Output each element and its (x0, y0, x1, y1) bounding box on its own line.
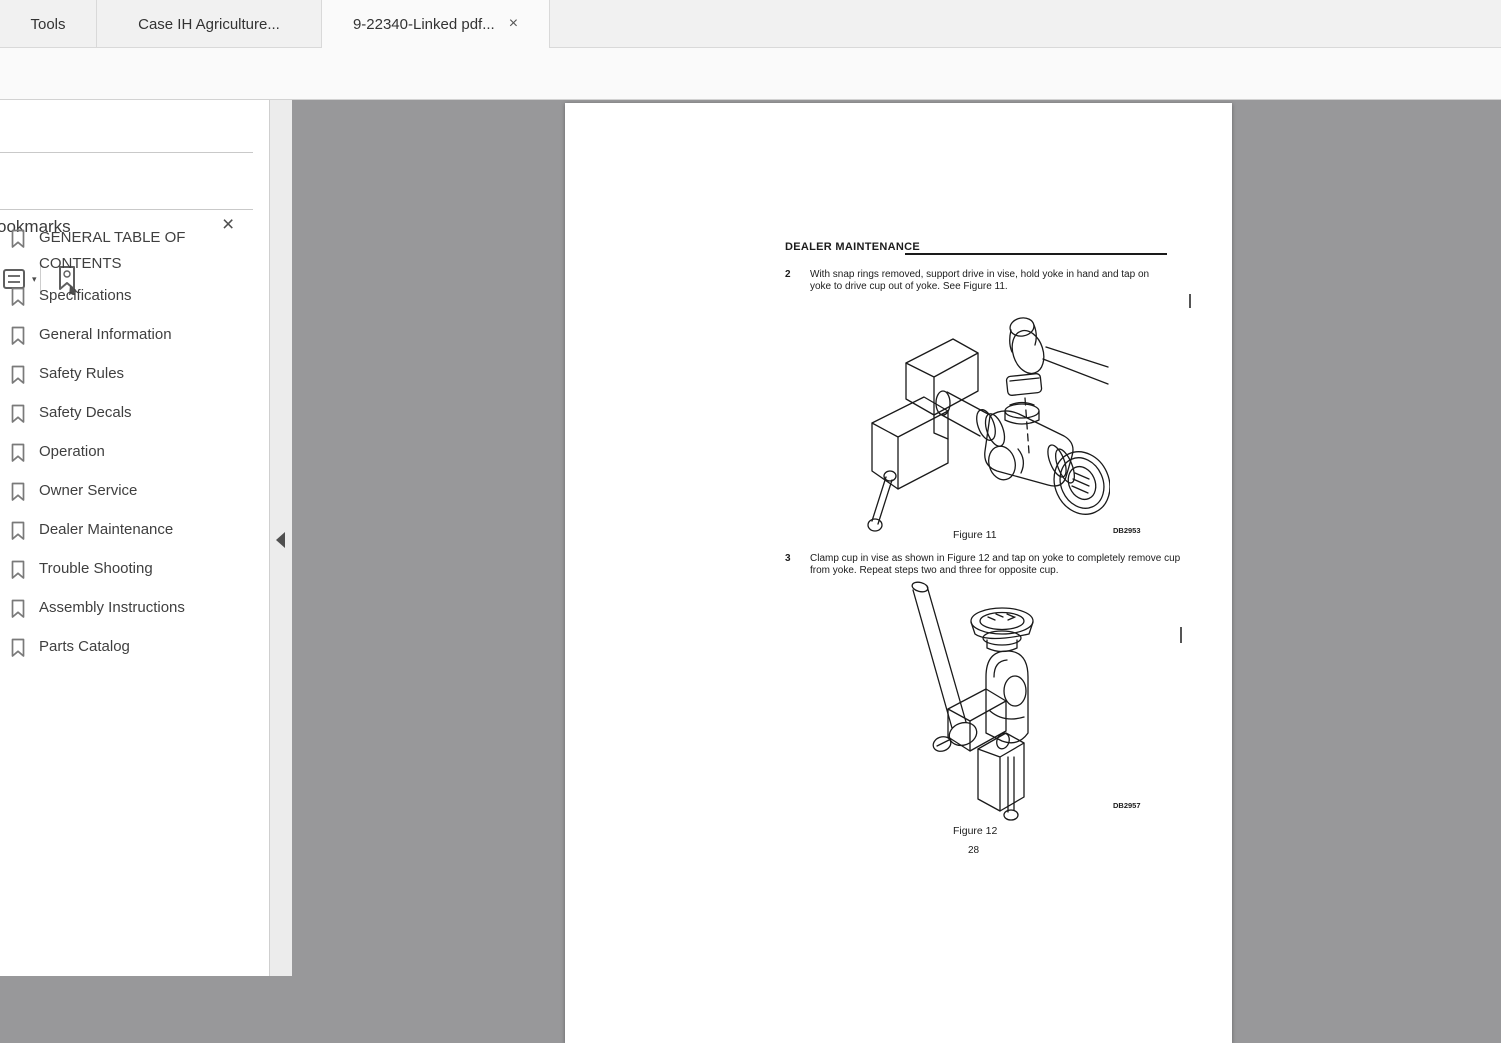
bookmark-item-safety-rules[interactable]: Safety Rules (10, 361, 240, 387)
step-text: Clamp cup in vise as shown in Figure 12 … (810, 553, 1182, 577)
bookmark-item-label: GENERAL TABLE OF CONTENTS (39, 225, 217, 277)
bookmark-item-label: General Information (39, 322, 217, 348)
tab-doc-case-ih-label: Case IH Agriculture... (138, 16, 280, 33)
bookmark-icon (10, 521, 26, 541)
bookmark-item-owner-service[interactable]: Owner Service (10, 478, 240, 504)
bookmark-item-label: Safety Decals (39, 400, 217, 426)
bookmark-item-assembly-instructions[interactable]: Assembly Instructions (10, 595, 240, 621)
bookmark-item-label: Trouble Shooting (39, 556, 217, 582)
bookmarks-list: GENERAL TABLE OF CONTENTS Specifications… (10, 225, 240, 673)
bookmark-item-general-information[interactable]: General Information (10, 322, 240, 348)
figure-caption: Figure 12 (953, 825, 997, 837)
figure-code: DB2953 (1113, 526, 1141, 535)
bookmark-item-label: Specifications (39, 283, 217, 309)
tab-bar: Tools Case IH Agriculture... 9-22340-Lin… (0, 0, 1501, 48)
step-number: 2 (785, 269, 791, 280)
pdf-page: DEALER MAINTENANCE 2 With snap rings rem… (565, 103, 1232, 1043)
bookmark-item-safety-decals[interactable]: Safety Decals (10, 400, 240, 426)
panel-divider (0, 209, 253, 210)
section-underline (905, 253, 1167, 255)
tab-tools[interactable]: Tools (0, 0, 97, 48)
bookmark-item-trouble-shooting[interactable]: Trouble Shooting (10, 556, 240, 582)
bookmark-item-label: Owner Service (39, 478, 217, 504)
step-text: With snap rings removed, support drive i… (810, 269, 1172, 293)
bookmark-icon (10, 287, 26, 307)
collapse-arrow-icon[interactable] (276, 532, 285, 548)
tab-doc-case-ih[interactable]: Case IH Agriculture... (97, 0, 322, 48)
bookmark-item-label: Assembly Instructions (39, 595, 217, 621)
figure-caption: Figure 11 (953, 529, 997, 541)
main-toolbar: / 84 57.9% ▾ ▾ (0, 48, 1501, 100)
crop-mark (1189, 294, 1191, 308)
tab-close-icon[interactable]: × (509, 16, 518, 32)
bookmark-item-label: Parts Catalog (39, 634, 217, 660)
step-number: 3 (785, 553, 791, 564)
bookmark-item-general-toc[interactable]: GENERAL TABLE OF CONTENTS (10, 225, 240, 277)
bookmark-icon (10, 482, 26, 502)
bookmark-item-operation[interactable]: Operation (10, 439, 240, 465)
bookmark-item-dealer-maintenance[interactable]: Dealer Maintenance (10, 517, 240, 543)
bookmark-icon (10, 365, 26, 385)
bookmark-item-parts-catalog[interactable]: Parts Catalog (10, 634, 240, 660)
bookmark-icon (10, 638, 26, 658)
section-header: DEALER MAINTENANCE (785, 241, 920, 253)
figure-12-illustration (890, 581, 1055, 826)
bookmark-item-label: Operation (39, 439, 217, 465)
tab-doc-active-label: 9-22340-Linked pdf... (353, 16, 495, 33)
bookmarks-panel: ookmarks × ▾ GENERAL TABLE (0, 100, 270, 976)
tab-tools-label: Tools (30, 16, 65, 33)
panel-splitter[interactable] (270, 100, 292, 976)
tab-doc-active[interactable]: 9-22340-Linked pdf... × (322, 0, 550, 48)
bookmark-item-label: Dealer Maintenance (39, 517, 217, 543)
crop-mark (1180, 627, 1182, 643)
bookmark-icon (10, 229, 26, 249)
bookmark-item-label: Safety Rules (39, 361, 217, 387)
bookmark-icon (10, 443, 26, 463)
bookmark-icon (10, 326, 26, 346)
panel-divider (0, 152, 253, 153)
figure-11-illustration (850, 295, 1110, 533)
bookmark-icon (10, 560, 26, 580)
bookmark-icon (10, 599, 26, 619)
figure-code: DB2957 (1113, 801, 1141, 810)
document-canvas: DEALER MAINTENANCE 2 With snap rings rem… (292, 100, 1501, 976)
page-number-text: 28 (968, 845, 979, 856)
bookmark-item-specifications[interactable]: Specifications (10, 283, 240, 309)
bookmark-icon (10, 404, 26, 424)
